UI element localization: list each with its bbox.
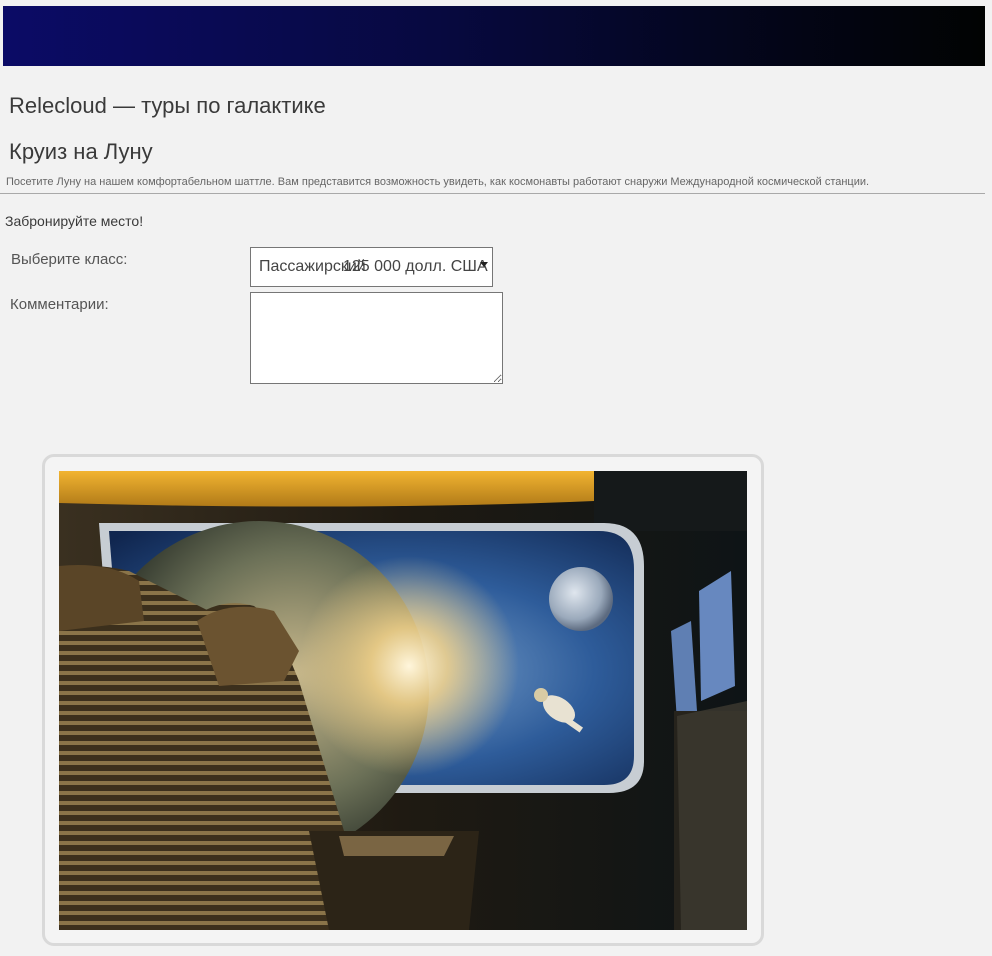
class-label: Выберите класс: — [11, 251, 128, 268]
site-title: Relecloud — туры по галактике — [9, 93, 326, 118]
tour-description: Посетите Луну на нашем комфортабельном ш… — [6, 176, 870, 188]
chevron-down-icon — [480, 262, 488, 267]
class-select[interactable]: Пассажирский 125 000 долл. США — [250, 247, 493, 287]
shuttle-window-image — [59, 471, 747, 930]
booking-heading: Забронируйте место! — [5, 213, 144, 229]
divider — [0, 193, 985, 194]
header-banner — [3, 6, 985, 66]
tour-title: Круиз на Луну — [9, 139, 153, 164]
class-select-price: 125 000 долл. США — [343, 258, 488, 275]
comments-label: Комментарии: — [10, 296, 109, 313]
comments-field[interactable] — [250, 292, 503, 384]
